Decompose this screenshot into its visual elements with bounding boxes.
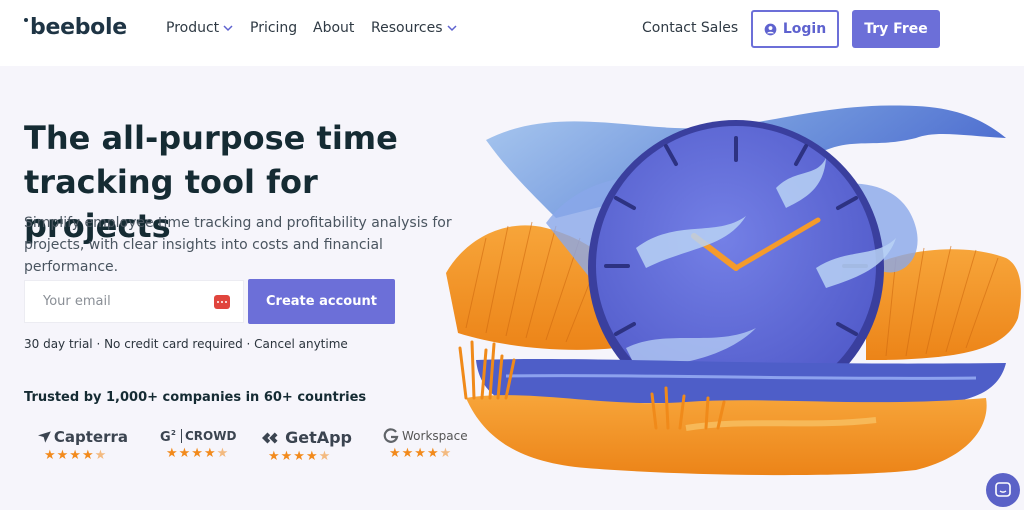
nav-resources-label: Resources — [371, 20, 443, 36]
rating-getapp: GetApp ★★★★★ — [262, 428, 352, 464]
google-g-logo-icon — [383, 428, 399, 443]
nav-item-about[interactable]: About — [313, 20, 354, 36]
chevron-down-icon — [223, 25, 233, 32]
password-manager-icon[interactable] — [214, 295, 230, 309]
nav-about-label: About — [313, 20, 355, 36]
contact-sales-link[interactable]: Contact Sales — [642, 20, 738, 36]
g2-crowd-label: CROWD — [181, 429, 236, 443]
headline-line-1: The all-purpose time — [24, 119, 398, 157]
capterra-label: Capterra — [53, 428, 128, 446]
star-rating: ★★★★★ — [166, 446, 230, 461]
star-rating: ★★★★★ — [44, 448, 108, 463]
top-navigation-bar: beebole Product Pricing About Resources … — [0, 0, 1024, 66]
chevron-down-icon — [446, 25, 457, 32]
rating-g2-crowd: G 2 CROWD ★★★★★ — [160, 428, 250, 461]
hero-subtext: Simplify employee time tracking and prof… — [24, 215, 452, 275]
create-account-button[interactable]: Create account — [248, 279, 395, 324]
trial-note: 30 day trial · No credit card required ·… — [24, 337, 348, 351]
capterra-logo-icon — [38, 431, 51, 443]
nav-item-product[interactable]: Product — [166, 20, 233, 36]
nav-pricing-label: Pricing — [250, 20, 298, 36]
logo-text: beebole — [30, 15, 127, 40]
g2-logo-icon: G 2 — [160, 429, 176, 444]
login-label: Login — [782, 21, 827, 37]
trusted-by-text: Trusted by 1,000+ companies in 60+ count… — [24, 390, 367, 405]
email-input[interactable] — [25, 281, 195, 322]
user-circle-icon — [764, 23, 777, 35]
beebole-logo[interactable]: beebole — [24, 15, 127, 40]
svg-text:G: G — [160, 430, 171, 444]
chat-bubble-icon — [995, 482, 1011, 497]
chat-widget-button[interactable] — [986, 473, 1020, 507]
getapp-label: GetApp — [285, 428, 352, 447]
nav-item-resources[interactable]: Resources — [371, 20, 457, 36]
nav-item-pricing[interactable]: Pricing — [250, 20, 297, 36]
rating-capterra: Capterra ★★★★★ — [38, 428, 128, 463]
try-free-button[interactable]: Try Free — [852, 10, 940, 48]
svg-text:2: 2 — [171, 429, 176, 437]
login-button[interactable]: Login — [751, 10, 839, 48]
nav-product-label: Product — [166, 20, 220, 36]
getapp-logo-icon — [262, 432, 278, 443]
stopwatch-landscape-illustration — [446, 105, 1021, 476]
email-field-container — [24, 280, 244, 323]
star-rating: ★★★★★ — [268, 449, 332, 464]
